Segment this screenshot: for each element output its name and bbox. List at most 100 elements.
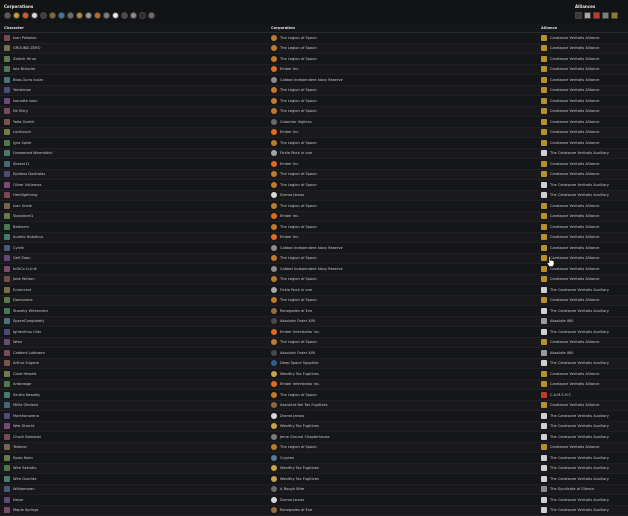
corporation-cell[interactable]: The Legion of Spoon — [271, 255, 317, 261]
alliance-cell[interactable]: The Caratsone Veritatis Auxiliary — [541, 507, 609, 513]
alliance-cell[interactable]: Caratsone Veritatis Alliance — [541, 35, 600, 41]
corporation-cell[interactable]: Renegades of Eve — [271, 507, 312, 513]
character-cell[interactable]: Tallenor — [4, 444, 27, 450]
table-row[interactable]: LucktouchEmber Inc.Caratsone Veritatis A… — [0, 128, 628, 139]
table-row[interactable]: Chuck BolowskiJeme Ground ChapterhouseTh… — [0, 432, 628, 443]
corporation-cell[interactable]: The Legion of Spoon — [271, 35, 317, 41]
table-row[interactable]: Nii ShiryThe Legion of SpoonCaratsone Ve… — [0, 107, 628, 118]
table-row[interactable]: AntorasgeEmber Interstellar Inc.Caratson… — [0, 380, 628, 391]
alliance-cell[interactable]: The Caratsone Veritatis Auxiliary — [541, 455, 609, 461]
corporation-column-header[interactable]: Corporation — [271, 26, 295, 30]
table-row[interactable]: WrenThe Legion of SpoonCaratsone Veritat… — [0, 338, 628, 349]
corporation-cell[interactable]: The Legion of Spoon — [271, 444, 317, 450]
table-row[interactable]: GROUND ZERO The Legion of Spoon Caratsone … — [0, 44, 628, 55]
table-row[interactable]: Ivan SnaleThe Legion of SpoonCaratsone V… — [0, 201, 628, 212]
character-cell[interactable]: Wire Guarida — [4, 476, 36, 482]
table-row[interactable]: Wire GuaridaWealthy Tax FugitivesThe Car… — [0, 474, 628, 485]
alliance-filter-logo-icon[interactable] — [593, 12, 600, 19]
corporation-cell[interactable]: The Legion of Spoon — [271, 224, 317, 230]
table-row[interactable]: Wire SekudioWealthy Tax FugitivesThe Car… — [0, 464, 628, 475]
table-row[interactable]: Tallenor The Legion of Spoon Caratsone Ver… — [0, 443, 628, 454]
corporation-filter-logo-icon[interactable] — [58, 12, 65, 19]
corporation-cell[interactable]: The Legion of Spoon — [271, 392, 317, 398]
corporation-cell[interactable]: Absolute Order XVII — [271, 318, 315, 324]
character-cell[interactable]: Ighlenthus Uller — [4, 329, 41, 335]
alliance-cell[interactable]: Caratsone Veritatis Alliance — [541, 108, 600, 114]
table-row[interactable]: Oliver VutlamasThe Legion of SpoonThe Ca… — [0, 180, 628, 191]
corporation-cell[interactable]: Ember Inc. — [271, 213, 299, 219]
table-row[interactable]: NeyorDrama JamaxThe Caratsone Veritatis … — [0, 495, 628, 506]
corporation-cell[interactable]: The Legion of Spoon — [271, 45, 317, 51]
character-cell[interactable]: Kyola Kaen — [4, 455, 33, 461]
table-row[interactable]: Gelf ZaauThe Legion of SpoonCaratsone Ve… — [0, 254, 628, 265]
corporation-cell[interactable]: Jeme Ground Chapterhouse — [271, 434, 330, 440]
alliance-cell[interactable]: Caratsone Veritatis Alliance — [541, 444, 600, 450]
alliance-cell[interactable]: The Caratsone Veritatis Auxiliary — [541, 360, 609, 366]
character-cell[interactable]: Chuck Bolowski — [4, 434, 41, 440]
corporation-filter-logo-icon[interactable] — [139, 12, 146, 19]
alliance-cell[interactable]: Caratsone Veritatis Alliance — [541, 45, 600, 51]
corporation-cell[interactable]: Assistent Bei Tax Fugitives — [271, 402, 327, 408]
corporation-filter-logo-icon[interactable] — [31, 12, 38, 19]
character-cell[interactable]: Lucktouch — [4, 129, 31, 135]
character-cell[interactable]: Ivan Poliakov — [4, 35, 37, 41]
corporation-filter-logo-icon[interactable] — [67, 12, 74, 19]
corporation-cell[interactable]: Deep Space Sapphire — [271, 360, 319, 366]
character-cell[interactable]: Stoneky Wintenden — [4, 308, 48, 314]
alliance-cell[interactable]: The Syndicate of Silence — [541, 486, 594, 492]
table-row[interactable]: Ighlenthus UllerEmber Interstellar Inc.T… — [0, 327, 628, 338]
corporation-cell[interactable]: Ember Inc. — [271, 161, 299, 167]
corporation-cell[interactable]: Cabbot Independent Navy Reserve — [271, 245, 343, 251]
character-cell[interactable]: Wren — [4, 339, 22, 345]
table-row[interactable]: Clare HewettWealthy Tax FugitivesCaratso… — [0, 369, 628, 380]
corporation-cell[interactable]: The Legion of Spoon — [271, 140, 317, 146]
alliance-cell[interactable]: Caratsone Veritatis Alliance — [541, 371, 600, 377]
corporation-filter-logo-icon[interactable] — [22, 12, 29, 19]
character-cell[interactable]: Skakar11 — [4, 161, 30, 167]
corporation-cell[interactable]: The Legion of Spoon — [271, 276, 317, 282]
alliance-cell[interactable]: The Caratsone Veritatis Auxiliary — [541, 150, 609, 156]
alliance-cell[interactable]: The Caratsone Veritatis Auxiliary — [541, 287, 609, 293]
alliance-cell[interactable]: The Caratsone Veritatis Auxiliary — [541, 476, 609, 482]
character-cell[interactable]: Ijyla Spiler — [4, 140, 32, 146]
alliance-cell[interactable]: Caratsone Veritatis Alliance — [541, 381, 600, 387]
corporation-cell[interactable]: The Legion of Spoon — [271, 87, 317, 93]
corporation-cell[interactable]: Ember Inc. — [271, 129, 299, 135]
table-row[interactable]: Skakar11 Ember Inc. Caratsone Veritatis Al… — [0, 159, 628, 170]
corporation-filter-logo-icon[interactable] — [103, 12, 110, 19]
alliance-cell[interactable]: Caratsone Veritatis Alliance — [541, 161, 600, 167]
corporation-filter-logo-icon[interactable] — [121, 12, 128, 19]
character-cell[interactable]: Sbaxlanet1 — [4, 213, 33, 219]
corporation-cell[interactable]: Absolute Order XVII — [271, 350, 315, 356]
character-cell[interactable]: Maple Springs — [4, 507, 38, 513]
alliance-cell[interactable]: The Caratsone Veritatis Auxiliary — [541, 182, 609, 188]
table-row[interactable]: DamononeThe Legion of SpoonCaratsone Ver… — [0, 296, 628, 307]
alliance-cell[interactable]: Caratsone Veritatis Alliance — [541, 119, 600, 125]
table-row[interactable]: HmtllightningDrama JamaxThe Caratsone Ve… — [0, 191, 628, 202]
table-row[interactable]: Ijyla SpilerThe Legion of SpoonCaratsone… — [0, 138, 628, 149]
character-cell[interactable]: Epideus Daxitalax — [4, 171, 45, 177]
corporation-filter-logo-icon[interactable] — [85, 12, 92, 19]
table-row[interactable]: Wes GhachtWealthy Tax FugitivesThe Carat… — [0, 422, 628, 433]
corporation-cell[interactable]: The Legion of Spoon — [271, 98, 317, 104]
corporation-cell[interactable]: Cabbot Independent Navy Reserve — [271, 266, 343, 272]
alliance-cell[interactable]: Caratsone Veritatis Alliance — [541, 245, 600, 251]
character-cell[interactable]: Cabbert Lothosen — [4, 350, 45, 356]
table-row[interactable]: Jube WintonThe Legion of SpoonCaratsone … — [0, 275, 628, 286]
character-cell[interactable]: Antorasge — [4, 381, 31, 387]
alliance-filter-logo-icon[interactable] — [575, 12, 582, 19]
table-row[interactable]: Maple Springs Renegades of Eve The Caratso… — [0, 506, 628, 516]
table-row[interactable]: Sbaxlanet1Ember Inc.Caratsone Veritatis … — [0, 212, 628, 223]
corporation-cell[interactable]: The Legion of Spoon — [271, 203, 317, 209]
alliance-cell[interactable]: The Caratsone Veritatis Auxiliary — [541, 329, 609, 335]
table-row[interactable]: Yalta GorhillCobentar VigilansCaratsone … — [0, 117, 628, 128]
alliance-filter-logo-icon[interactable] — [602, 12, 609, 19]
character-cell[interactable]: Blob-Gurlo Icolar — [4, 77, 43, 83]
character-cell[interactable]: GROUND ZERO — [4, 45, 40, 51]
alliance-cell[interactable]: Caratsone Veritatis Alliance — [541, 339, 600, 345]
table-row[interactable]: Millia OledorisAssistent Bei Tax Fugitiv… — [0, 401, 628, 412]
corporation-cell[interactable]: Drama Jamax — [271, 497, 304, 503]
corporation-cell[interactable]: Renegades of Eve — [271, 308, 312, 314]
table-row[interactable]: WildamoranA Rough WireThe Syndicate of S… — [0, 485, 628, 496]
corporation-filter-logo-icon[interactable] — [40, 12, 47, 19]
